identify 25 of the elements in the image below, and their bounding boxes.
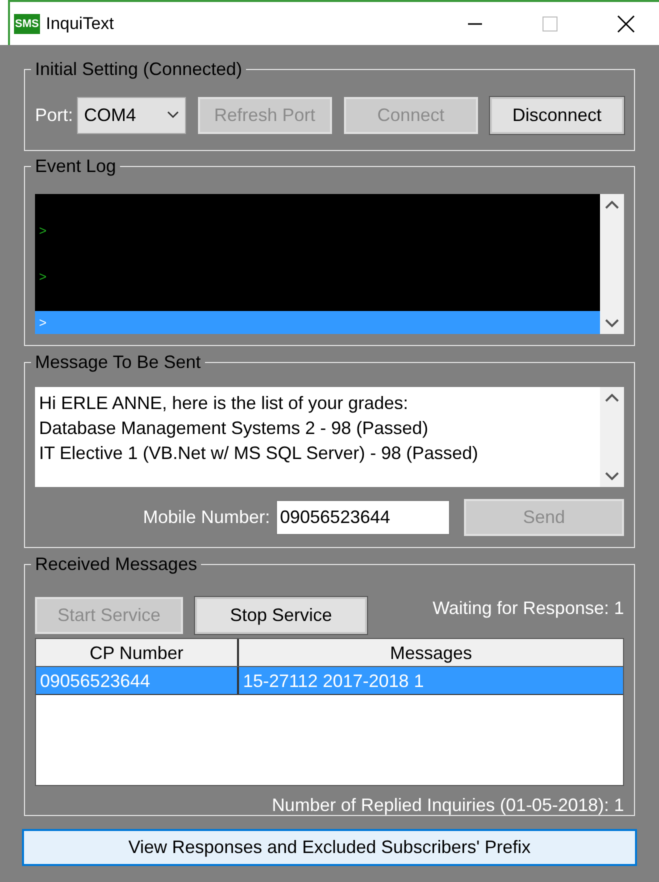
button[interactable]: Stop Service <box>195 597 367 634</box>
app-icon: SMS <box>14 14 40 34</box>
port-label: Port: <box>35 104 74 126</box>
mobile-number-label: Mobile Number: <box>142 506 270 529</box>
view-responses-button[interactable]: View Responses and Excluded Subscribers' Prefix <box>22 829 637 866</box>
table-cell: 09056523644 <box>36 667 239 694</box>
scroll-down-icon[interactable] <box>605 319 619 328</box>
scrollbar[interactable] <box>600 387 624 487</box>
log-line[interactable]: > <box>35 219 600 242</box>
waiting-status: Waiting for Response: 1 <box>432 597 624 620</box>
replied-count: Number of Replied Inquiries (01-05-2018): 1 <box>272 794 624 817</box>
scrollbar[interactable] <box>600 194 624 334</box>
scroll-up-icon[interactable] <box>605 393 619 402</box>
button[interactable]: Disconnect <box>490 96 624 134</box>
window-title: InquiText <box>46 12 114 35</box>
scroll-up-icon[interactable] <box>605 200 619 209</box>
close-icon[interactable] <box>617 14 635 32</box>
message-text-area[interactable]: Hi ERLE ANNE, here is the list of your grades: Database Management Systems 2 - 98 (Passed) IT Elective 1 (VB.Net w/ MS SQL Server) - 98 (Passed) <box>35 387 600 487</box>
port-dropdown[interactable]: COM4 <box>77 96 186 134</box>
scroll-down-icon[interactable] <box>605 472 619 481</box>
mobile-number-field[interactable]: 09056523644 <box>276 500 450 535</box>
table-cell-text: 15-27112 2017-2018 1 <box>242 670 425 693</box>
column-header[interactable]: Messages <box>239 639 623 666</box>
log-line[interactable]: > <box>35 265 600 288</box>
chevron-down-icon <box>166 111 179 119</box>
